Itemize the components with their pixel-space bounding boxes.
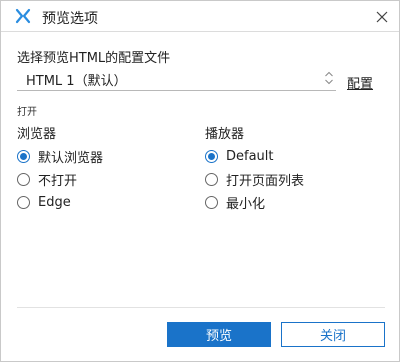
- dialog-title: 预览选项: [42, 11, 98, 27]
- open-group-label: 打开: [17, 107, 37, 118]
- footer-divider: [17, 307, 385, 308]
- radio-button[interactable]: [17, 195, 30, 209]
- radio-edge[interactable]: Edge: [17, 193, 71, 211]
- title-bar: 预览选项: [1, 1, 399, 32]
- radio-button-checked[interactable]: [205, 149, 218, 163]
- config-file-value: HTML 1（默认）: [26, 74, 127, 89]
- close-button[interactable]: 关闭: [281, 322, 385, 347]
- radio-label: 不打开: [38, 173, 78, 189]
- radio-open-page-list[interactable]: 打开页面列表: [205, 170, 305, 189]
- preview-button[interactable]: 预览: [167, 322, 271, 347]
- radio-button-checked[interactable]: [17, 149, 30, 163]
- radio-minimize[interactable]: 最小化: [205, 193, 266, 212]
- radio-label: Edge: [38, 194, 71, 210]
- close-icon: [376, 11, 388, 23]
- close-window-button[interactable]: [372, 7, 392, 27]
- radio-button[interactable]: [205, 172, 218, 186]
- radio-button[interactable]: [205, 195, 218, 209]
- radio-label: 最小化: [226, 196, 266, 212]
- radio-default-browser[interactable]: 默认浏览器: [17, 147, 104, 166]
- radio-label: Default: [226, 148, 274, 164]
- config-file-select[interactable]: HTML 1（默认）: [17, 67, 336, 91]
- up-down-arrows-icon: [325, 71, 333, 85]
- radio-label: 打开页面列表: [226, 173, 305, 189]
- radio-player-default[interactable]: Default: [205, 147, 274, 165]
- configure-link[interactable]: 配置: [347, 73, 373, 92]
- player-title: 播放器: [205, 127, 245, 142]
- app-logo-icon: [15, 8, 31, 24]
- browser-title: 浏览器: [17, 127, 57, 142]
- preview-options-dialog: 预览选项 选择预览HTML的配置文件 HTML 1（默认） 配置 打开 浏览器 …: [0, 0, 400, 362]
- radio-button[interactable]: [17, 172, 30, 186]
- config-file-label: 选择预览HTML的配置文件: [17, 51, 171, 66]
- radio-label: 默认浏览器: [38, 150, 104, 166]
- radio-no-open[interactable]: 不打开: [17, 170, 78, 189]
